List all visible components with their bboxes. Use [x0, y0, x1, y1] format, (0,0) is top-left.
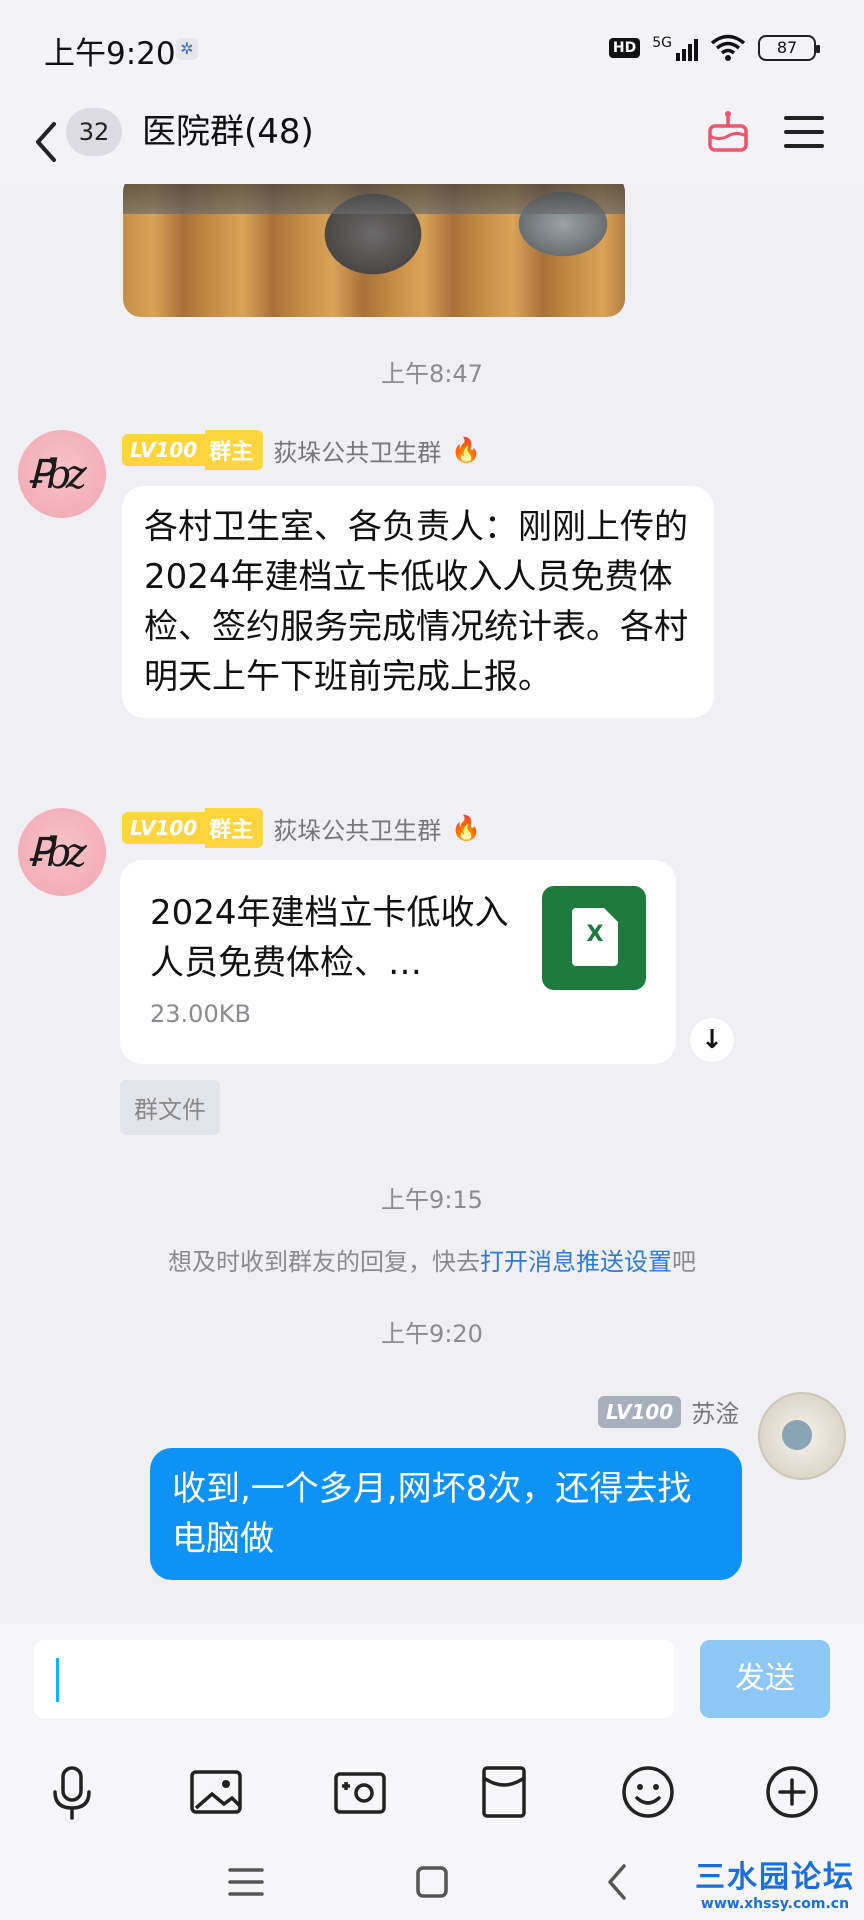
back-arrow-icon[interactable] — [28, 112, 64, 172]
chat-title[interactable]: 医院群(48) — [142, 108, 314, 156]
text-message-bubble[interactable]: 各村卫生室、各负责人：刚刚上传的2024年建档立卡低收入人员免费体检、签约服务完… — [122, 486, 714, 718]
watermark-title: 三水园论坛 — [695, 1860, 855, 1895]
home-icon[interactable] — [402, 1856, 462, 1908]
fire-icon: 🔥 — [451, 436, 482, 464]
message-input[interactable] — [34, 1640, 674, 1718]
forum-watermark: 三水园论坛 www.xhssy.com.cn — [690, 1852, 860, 1912]
sender-name: 苏淦 — [691, 1400, 740, 1428]
tip-text: 想及时收到群友的回复，快去 — [168, 1248, 480, 1276]
avatar[interactable]: Ꝑbz — [18, 430, 106, 518]
status-bar: 上午9:20 ✲ HD 5G 87 — [0, 0, 864, 100]
sender-name: 荻垛公共卫生群 — [273, 816, 442, 845]
settings-gear-icon: ✲ — [176, 38, 198, 60]
timestamp: 上午8:47 — [381, 360, 483, 388]
hd-icon: HD — [608, 38, 641, 58]
timestamp: 上午9:20 — [381, 1320, 483, 1348]
level-badge: LV100 — [122, 812, 206, 844]
red-packet-icon[interactable] — [472, 1760, 536, 1824]
file-name: 2024年建档立卡低收入人员免费体检、… — [150, 893, 509, 983]
tip-text-suffix: 吧 — [672, 1248, 696, 1276]
photo-album-icon[interactable] — [184, 1760, 248, 1824]
fire-icon: 🔥 — [451, 814, 482, 842]
owner-badge: 群主 — [205, 808, 264, 848]
self-avatar[interactable] — [758, 1392, 846, 1480]
input-toolbar — [0, 1744, 864, 1840]
message-list[interactable]: 上午8:47 Ꝑbz LV100 群主 荻垛公共卫生群 🔥 各村卫生室、各负责人… — [0, 184, 864, 1624]
download-icon[interactable]: ↓ — [690, 1018, 734, 1062]
excel-icon-letter: X — [586, 922, 604, 947]
unread-count-badge[interactable]: 32 — [66, 108, 122, 156]
plus-more-icon[interactable] — [760, 1760, 824, 1824]
excel-file-icon: X — [542, 886, 646, 990]
sender-info: LV100 群主 荻垛公共卫生群 🔥 — [122, 430, 481, 470]
timestamp: 上午9:15 — [381, 1186, 483, 1214]
sender-info: LV100 群主 荻垛公共卫生群 🔥 — [122, 808, 481, 848]
signature-logo: Ꝑbz — [28, 830, 87, 876]
teapot-image — [782, 1420, 812, 1450]
nav-back-icon[interactable] — [588, 1856, 648, 1908]
avatar[interactable]: Ꝑbz — [18, 808, 106, 896]
microphone-icon[interactable] — [40, 1760, 104, 1824]
network-label: 5G — [652, 35, 672, 51]
battery-icon: 87 — [758, 35, 820, 61]
group-file-tag[interactable]: 群文件 — [120, 1080, 220, 1135]
signature-logo: Ꝑbz — [28, 452, 87, 498]
recent-apps-icon[interactable] — [216, 1856, 276, 1908]
cake-gift-icon[interactable] — [706, 108, 750, 156]
emoji-icon[interactable] — [616, 1760, 680, 1824]
status-time: 上午9:20 — [44, 36, 176, 72]
notification-tip: 想及时收到群友的回复，快去打开消息推送设置吧 — [0, 1242, 864, 1277]
self-sender-info: LV100 苏淦 — [598, 1394, 739, 1429]
owner-badge: 群主 — [205, 430, 264, 470]
status-icons: HD 5G 87 — [608, 34, 820, 62]
push-settings-link[interactable]: 打开消息推送设置 — [480, 1248, 672, 1276]
file-size: 23.00KB — [150, 1000, 251, 1028]
send-button[interactable]: 发送 — [700, 1640, 830, 1718]
self-message-bubble[interactable]: 收到,一个多月,网坏8次，还得去找电脑做 — [150, 1448, 742, 1580]
file-message-card[interactable]: 2024年建档立卡低收入人员免费体检、… 23.00KB X — [120, 860, 676, 1064]
chat-header: 32 医院群(48) — [0, 100, 864, 184]
sender-name: 荻垛公共卫生群 — [273, 438, 442, 467]
image-message[interactable] — [123, 184, 625, 317]
signal-icon: 5G — [652, 35, 698, 61]
text-caret — [56, 1658, 59, 1702]
camera-icon[interactable] — [328, 1760, 392, 1824]
level-badge: LV100 — [598, 1395, 682, 1428]
level-badge: LV100 — [122, 434, 206, 466]
menu-icon[interactable] — [784, 112, 824, 152]
watermark-url: www.xhssy.com.cn — [700, 1896, 850, 1912]
wifi-icon — [710, 34, 746, 61]
